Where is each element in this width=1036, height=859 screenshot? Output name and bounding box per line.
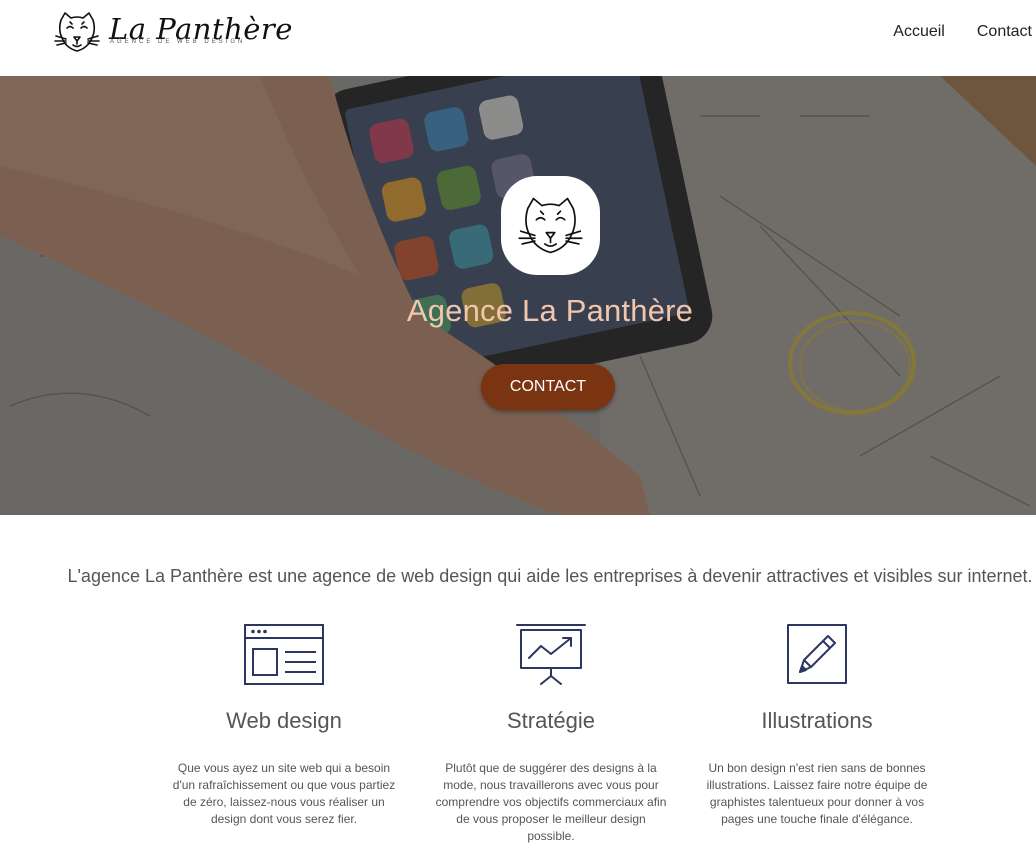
service-description: Que vous ayez un site web qui a besoin d… xyxy=(172,761,396,826)
service-title: Stratégie xyxy=(506,708,596,733)
site-logo[interactable]: La Panthère AGENCE DE WEB DESIGN xyxy=(52,10,292,54)
intro-text: L'agence La Panthère est une agence de w… xyxy=(67,566,1033,586)
service-description: Un bon design n'est rien sans de bonnes … xyxy=(706,761,928,826)
main-nav: Accueil Contact xyxy=(893,22,1032,42)
browser-window-icon xyxy=(244,624,324,685)
panther-icon xyxy=(518,197,583,254)
hero-logo-badge xyxy=(501,176,600,275)
hero-contact-button[interactable]: CONTACT xyxy=(481,364,615,410)
logo-tagline: AGENCE DE WEB DESIGN xyxy=(110,39,246,45)
service-strategie: Stratégie Plutôt que de suggérer des des… xyxy=(431,622,671,845)
pencil-icon xyxy=(787,624,847,684)
hero-title: Agence La Panthère xyxy=(406,293,694,328)
site-header: La Panthère AGENCE DE WEB DESIGN Accueil… xyxy=(0,0,1036,76)
service-title: Web design xyxy=(226,708,342,733)
nav-link-contact[interactable]: Contact xyxy=(977,22,1032,42)
service-title: Illustrations xyxy=(761,708,873,733)
service-web-design: Web design Que vous ayez un site web qui… xyxy=(164,622,404,828)
nav-link-accueil[interactable]: Accueil xyxy=(893,22,945,42)
service-description: Plutôt que de suggérer des designs à la … xyxy=(435,761,667,843)
hero-section: Agence La Panthère CONTACT xyxy=(0,76,1036,515)
service-illustrations: Illustrations Un bon design n'est rien s… xyxy=(697,622,937,828)
panther-icon xyxy=(54,12,100,52)
presentation-chart-icon xyxy=(516,624,586,685)
